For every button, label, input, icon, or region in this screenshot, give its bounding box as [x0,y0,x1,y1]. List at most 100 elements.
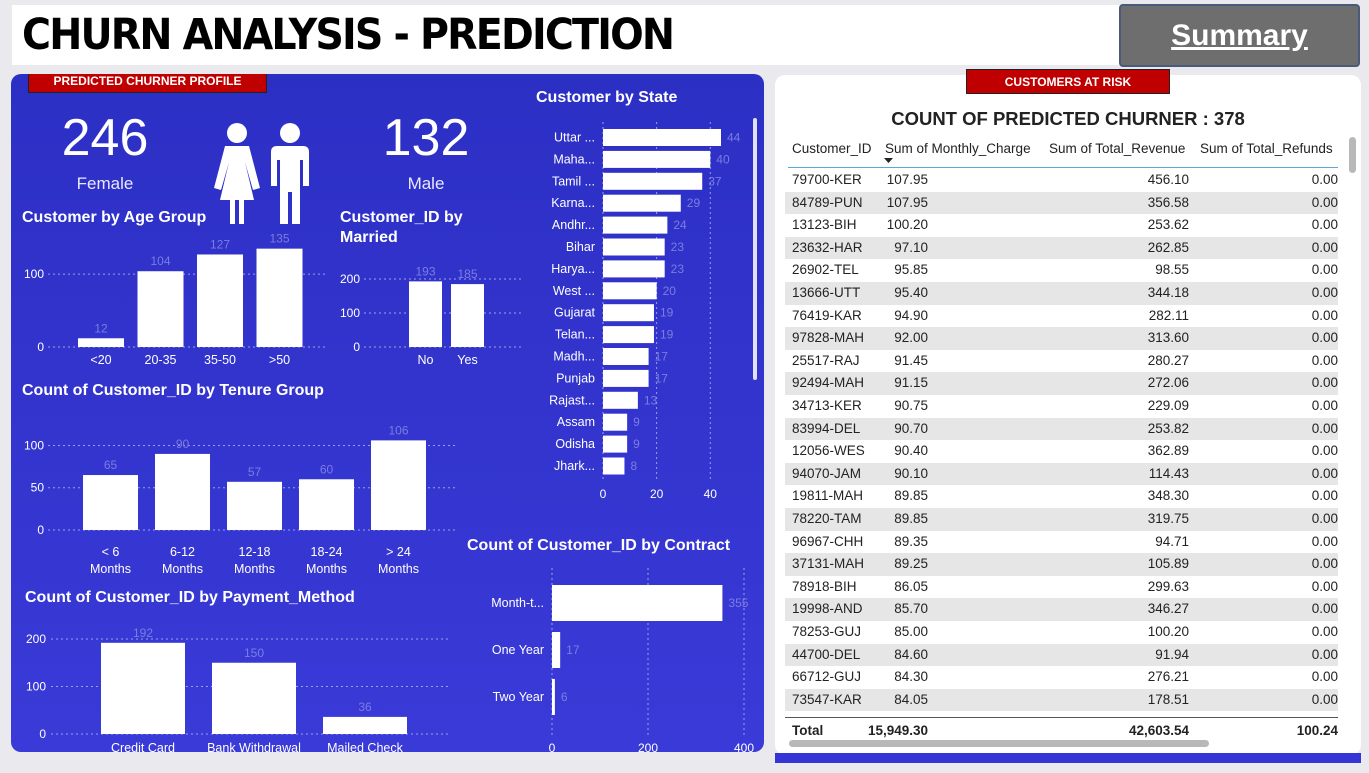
bar[interactable] [603,391,638,409]
bar[interactable] [603,150,711,168]
state-chart-scrollbar[interactable] [753,118,757,380]
table-row[interactable]: 13123-BIH 100.20 253.62 0.00 [785,214,1338,237]
cell-total-revenue: 91.94 [1155,646,1189,662]
bar[interactable] [256,248,303,347]
cell-total-refunds: 0.00 [1311,172,1338,187]
table-row[interactable]: 83994-DEL 90.70 253.82 0.00 [785,417,1338,441]
bar[interactable] [603,260,665,278]
table-row[interactable]: 76419-KAR 94.90 282.11 0.00 [785,305,1338,328]
cell-monthly-charge: 92.00 [894,330,928,346]
table-row[interactable]: 94070-JAM 90.10 114.43 0.00 [785,462,1338,486]
table-header: Customer_ID Sum of Monthly_Charge Sum of… [788,137,1338,167]
bar[interactable] [212,662,296,734]
bar[interactable] [299,479,354,530]
data-label: 19 [660,306,674,320]
cell-monthly-charge: 107.95 [886,172,928,187]
y-tick-label: 100 [24,438,44,452]
table-vertical-scrollbar[interactable] [1349,137,1356,173]
cell-monthly-charge: 95.85 [894,262,928,278]
cell-customer-id: 79700-KER [792,172,862,187]
data-label: 19 [660,328,674,342]
bar[interactable] [603,129,721,146]
table-row[interactable]: 66712-GUJ 84.30 276.21 0.00 [785,666,1338,689]
bar[interactable] [603,348,649,365]
table-row[interactable]: 78918-BIH 86.05 299.63 0.00 [785,576,1338,599]
category-label: 12-18 [239,545,271,559]
data-label: 9 [633,437,640,451]
table-row[interactable]: 92494-MAH 91.15 272.06 0.00 [785,372,1338,395]
bar[interactable] [603,326,654,344]
bar[interactable] [603,457,625,475]
cell-monthly-charge: 89.85 [894,511,928,526]
table-row[interactable]: 13666-UTT 95.40 344.18 0.00 [785,282,1338,305]
bar[interactable] [603,304,654,322]
table-row[interactable]: 19811-MAH 89.85 348.30 0.00 [785,485,1338,508]
category-label: Odisha [555,437,595,451]
cell-total-revenue: 344.18 [1147,285,1189,300]
bar[interactable] [227,481,282,530]
total-revenue: 42,603.54 [1128,723,1189,738]
bar[interactable] [603,435,628,453]
bar[interactable] [603,238,665,256]
sort-desc-icon[interactable] [884,158,894,164]
table-row[interactable]: 12056-WES 90.40 362.89 0.00 [785,440,1338,463]
category-label: Tamil ... [552,174,595,188]
table-row[interactable]: 79700-KER 107.95 456.10 0.00 [785,169,1338,192]
col-total-revenue[interactable]: Sum of Total_Revenue [1049,141,1185,156]
table-row[interactable]: 73547-KAR 84.05 178.51 0.00 [785,688,1338,712]
table-row[interactable]: 23632-HAR 97.10 262.85 0.00 [785,236,1338,260]
table-row[interactable]: 19998-AND 85.70 346.27 0.00 [785,598,1338,621]
bar[interactable] [603,369,649,387]
table-row[interactable]: 84789-PUN 107.95 356.58 0.00 [785,191,1338,215]
bar[interactable] [137,271,184,347]
cell-total-refunds: 0.00 [1311,488,1338,504]
bar[interactable] [323,716,407,734]
bar[interactable] [409,281,442,347]
cell-monthly-charge: 91.45 [894,352,928,368]
bar[interactable] [83,475,138,530]
bar[interactable] [101,642,185,734]
state-chart: Customer by State 0 20 40 44 Uttar ... 40 Maha… [536,89,757,501]
category-label: Karna... [551,196,595,210]
table-row[interactable]: 44700-DEL 84.60 91.94 0.00 [785,643,1338,667]
summary-button[interactable]: Summary [1119,4,1360,67]
table-row[interactable]: 37131-MAH 89.25 105.89 0.00 [785,553,1338,576]
table-row[interactable]: 78253-GUJ 85.00 100.20 0.00 [785,621,1338,644]
bar[interactable] [552,632,561,668]
y-tick-label: 0 [37,340,44,354]
category-label: Credit Card [111,741,175,752]
col-total-refunds[interactable]: Sum of Total_Refunds [1200,141,1333,156]
table-row[interactable]: 34713-KER 90.75 229.09 0.00 [785,395,1338,418]
age-group-chart: Customer by Age Group 0 100 12 <20 104 20-35 1… [22,209,327,367]
bar[interactable] [371,440,426,530]
col-monthly-charge[interactable]: Sum of Monthly_Charge [885,141,1031,156]
bar[interactable] [603,172,703,190]
table-row[interactable]: 25517-RAJ 91.45 280.27 0.00 [785,350,1338,373]
category-label: 6-12 [170,545,195,559]
data-label: 127 [210,237,230,251]
table-row[interactable]: 97828-MAH 92.00 313.60 0.00 [785,327,1338,350]
data-label: 13 [644,393,658,407]
col-customer-id[interactable]: Customer_ID [792,141,872,156]
category-label: 18-24 [311,545,343,559]
bar[interactable] [155,453,210,530]
table-row[interactable]: 26902-TEL 95.85 98.55 0.00 [785,259,1338,282]
category-label: Months [234,562,275,576]
bar[interactable] [451,284,484,347]
cell-customer-id: 44700-DEL [792,646,861,662]
married-chart: Customer_ID by Married 0 100 200 193 No 185 Ye… [340,209,523,367]
bar[interactable] [603,216,668,234]
table-horizontal-scrollbar[interactable] [789,740,1209,747]
category-label: Months [90,562,131,576]
bar[interactable] [552,585,723,621]
table-row[interactable]: 96967-CHH 89.35 94.71 0.00 [785,531,1338,554]
table-row[interactable]: 78220-TAM 89.85 319.75 0.00 [785,508,1338,531]
bar[interactable] [197,254,243,347]
bar[interactable] [603,413,628,431]
bar[interactable] [603,282,657,300]
cell-total-revenue: 229.09 [1147,398,1189,413]
bar[interactable] [552,679,555,715]
bar[interactable] [78,338,124,347]
contract-chart-title: Count of Customer_ID by Contract [467,537,731,554]
bar[interactable] [603,194,681,212]
